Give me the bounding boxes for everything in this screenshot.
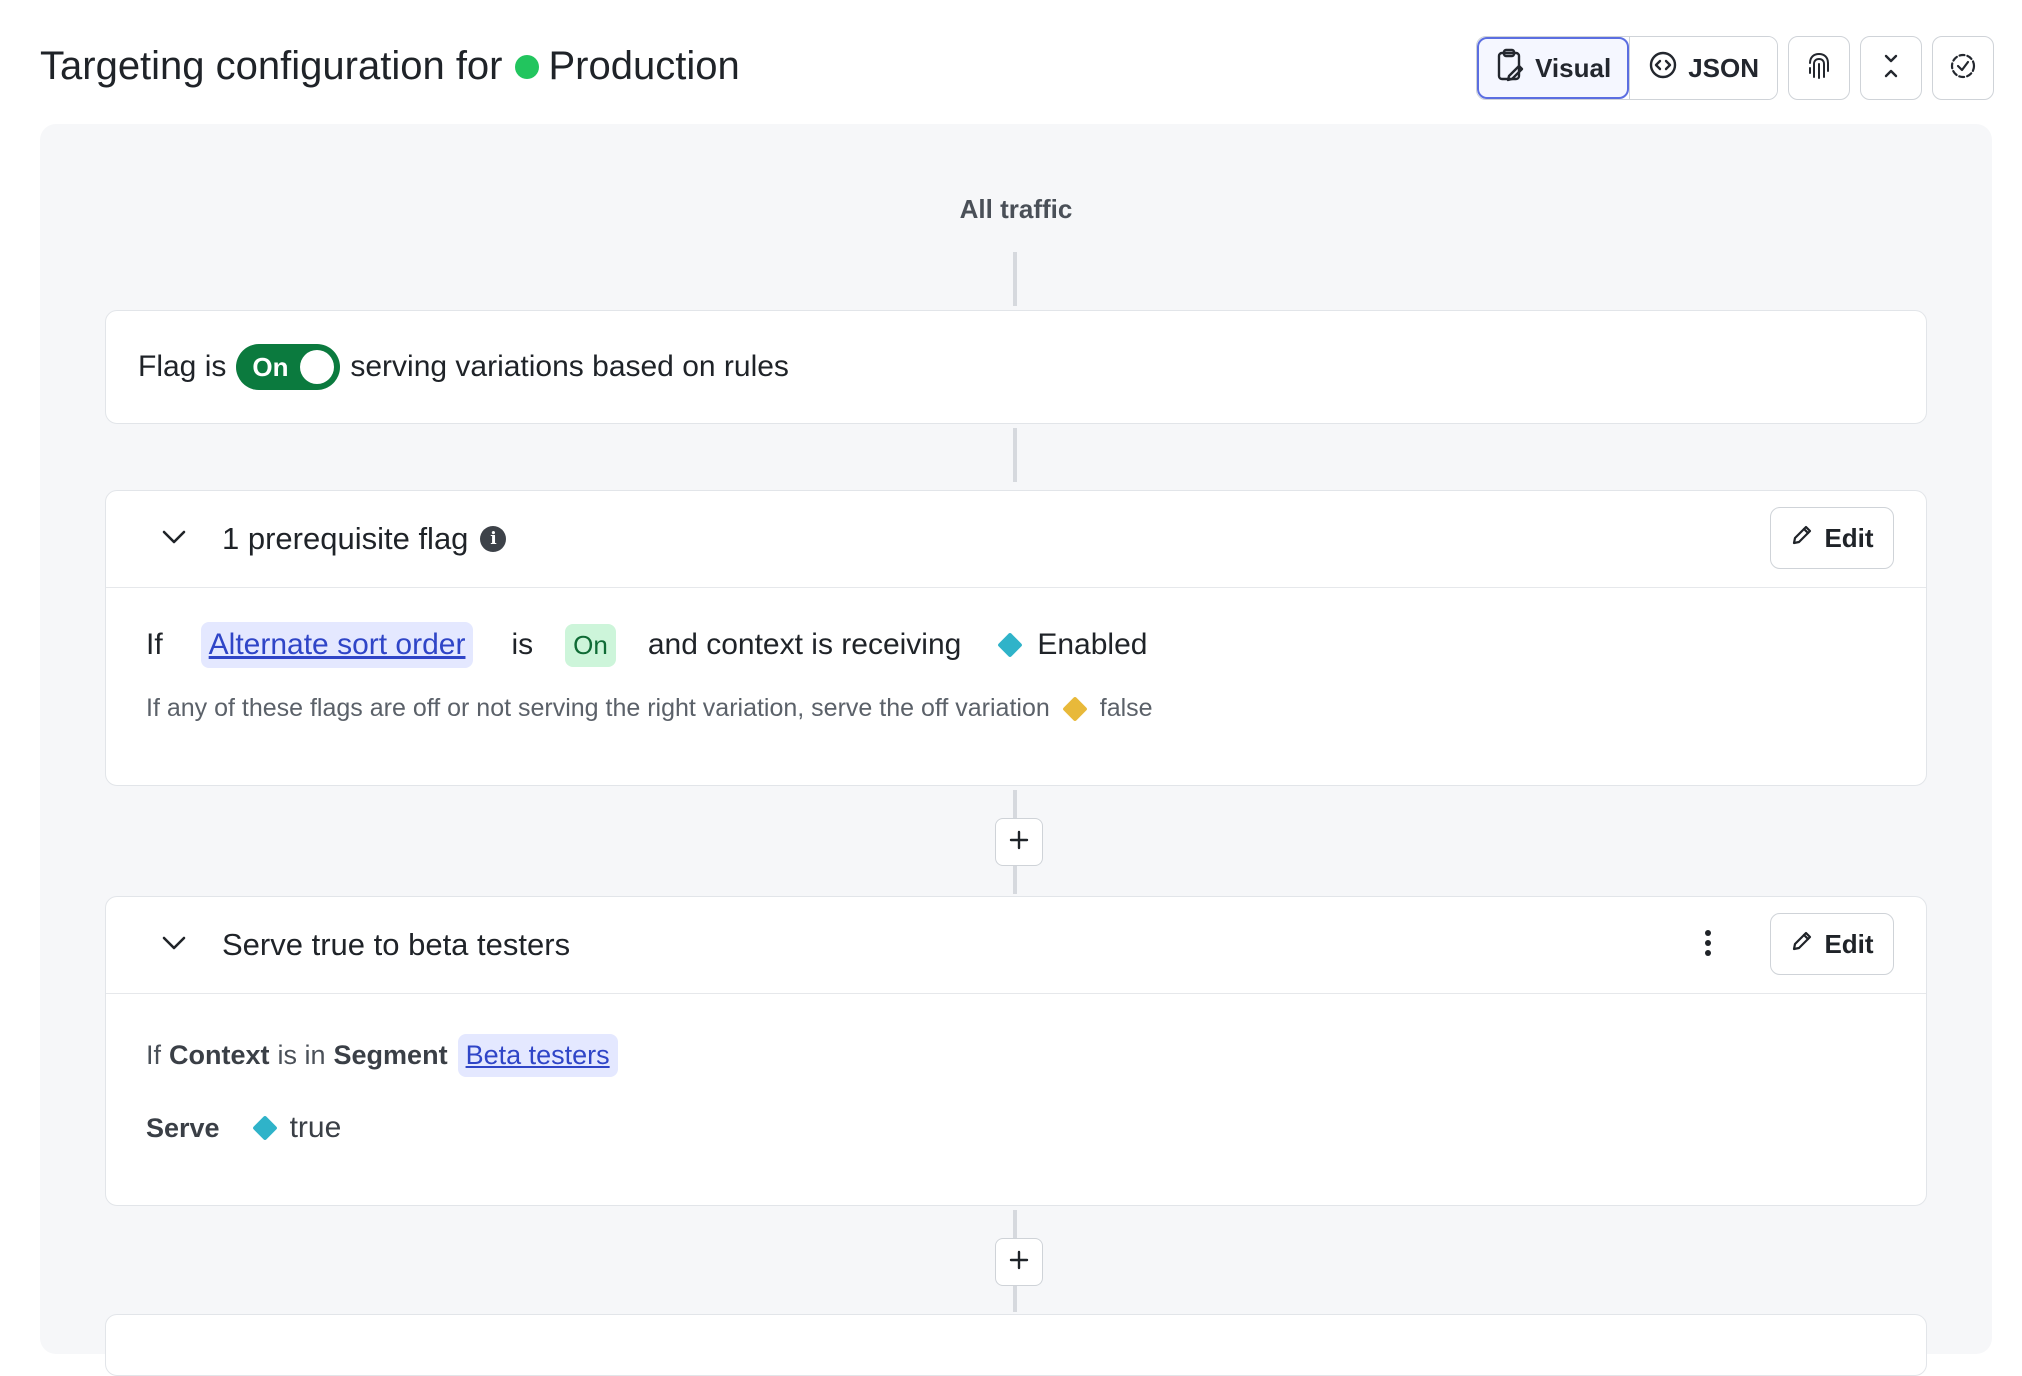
prerequisite-note: If any of these flags are off or not ser… <box>146 694 1926 723</box>
clause-if: If <box>146 628 163 661</box>
collapse-icon <box>1879 52 1903 85</box>
clause-receiving: and context is receiving <box>647 628 962 661</box>
edit-label: Edit <box>1824 522 1874 553</box>
edit-prerequisites-button[interactable]: Edit <box>1770 507 1894 569</box>
all-traffic-label: All traffic <box>959 194 1073 224</box>
prerequisite-clause: If Alternate sort order is On and contex… <box>146 622 1926 668</box>
info-icon[interactable]: i <box>480 526 507 552</box>
view-toolbar: Visual JSON <box>1476 36 1994 100</box>
rule-clause-attribute: Context <box>169 1040 270 1070</box>
segment-link[interactable]: Beta testers <box>457 1034 618 1077</box>
json-view-button[interactable]: JSON <box>1629 37 1777 99</box>
pencil-icon <box>1790 929 1814 960</box>
toggle-knob <box>300 350 335 384</box>
variation-diamond-icon <box>997 632 1024 658</box>
rule-clause-kind: Segment <box>333 1040 448 1070</box>
prerequisites-title-text: 1 prerequisite flag <box>222 521 469 556</box>
serve-row: Serve true <box>146 1111 1926 1145</box>
prerequisite-state-badge: On <box>565 623 616 667</box>
prerequisites-card: 1 prerequisite flag i Edit If Alternate … <box>105 490 1927 786</box>
rule-menu-button[interactable] <box>1690 927 1726 963</box>
connector-line <box>1013 866 1017 894</box>
check-circle-icon <box>1948 51 1978 86</box>
connector-line <box>1013 252 1017 306</box>
next-rule-card <box>105 1314 1927 1376</box>
rule-clause: If Context is in Segment Beta testers <box>146 1034 1926 1077</box>
fingerprint-button[interactable] <box>1788 36 1850 100</box>
off-variation-value: false <box>1099 694 1153 722</box>
flag-status-prefix: Flag is <box>138 350 227 383</box>
add-rule-button[interactable] <box>995 1238 1043 1286</box>
flag-status-card: Flag is On serving variations based on r… <box>105 310 1927 424</box>
prerequisites-title: 1 prerequisite flag i <box>222 521 507 557</box>
clipboard-edit-icon <box>1495 48 1525 89</box>
pencil-icon <box>1790 523 1814 554</box>
json-view-label: JSON <box>1688 52 1759 83</box>
connector-line <box>1013 428 1017 482</box>
chevron-down-icon <box>161 935 187 956</box>
prerequisite-variation: Enabled <box>1037 628 1148 661</box>
title-prefix: Targeting configuration for <box>40 44 503 88</box>
view-mode-switch: Visual JSON <box>1476 36 1778 100</box>
collapse-prerequisites-chevron[interactable] <box>152 517 196 561</box>
rule-card: Serve true to beta testers Edit If Conte… <box>105 896 1927 1206</box>
serve-label: Serve <box>146 1112 220 1143</box>
page-title: Targeting configuration for Production <box>40 44 740 89</box>
environment-status-dot <box>514 54 539 79</box>
plus-icon <box>1008 1249 1030 1276</box>
kebab-menu-icon <box>1704 929 1712 962</box>
flag-toggle[interactable]: On <box>236 344 341 390</box>
fingerprint-icon <box>1805 51 1833 86</box>
serve-value: true <box>289 1111 342 1144</box>
edit-label: Edit <box>1824 928 1874 959</box>
connector-line <box>1013 790 1017 818</box>
collapse-all-button[interactable] <box>1860 36 1922 100</box>
page-header: Targeting configuration for Production V… <box>40 30 1994 110</box>
flag-status-suffix: serving variations based on rules <box>350 350 789 383</box>
add-rule-button[interactable] <box>995 818 1043 866</box>
connector-line <box>1013 1210 1017 1238</box>
validate-button[interactable] <box>1932 36 1994 100</box>
collapse-rule-chevron[interactable] <box>152 923 196 967</box>
rule-clause-op: is in <box>277 1040 326 1070</box>
visual-view-button[interactable]: Visual <box>1477 37 1630 99</box>
rule-title: Serve true to beta testers <box>222 927 571 962</box>
code-circle-icon <box>1648 50 1678 87</box>
environment-name: Production <box>548 44 740 88</box>
edit-rule-button[interactable]: Edit <box>1770 913 1894 975</box>
off-variation-diamond-icon <box>1062 695 1088 722</box>
prerequisite-flag-link[interactable]: Alternate sort order <box>200 622 474 668</box>
visual-view-label: Visual <box>1535 52 1612 83</box>
connector-line <box>1013 1286 1017 1312</box>
clause-is: is <box>511 628 534 661</box>
rule-clause-if: If <box>146 1040 162 1070</box>
plus-icon <box>1008 829 1030 856</box>
flag-toggle-label: On <box>252 351 289 382</box>
targeting-canvas: All traffic Flag is On serving variation… <box>40 124 1992 1376</box>
prerequisite-note-text: If any of these flags are off or not ser… <box>146 694 1050 722</box>
chevron-down-icon <box>161 529 187 550</box>
serve-diamond-icon <box>251 1115 278 1141</box>
